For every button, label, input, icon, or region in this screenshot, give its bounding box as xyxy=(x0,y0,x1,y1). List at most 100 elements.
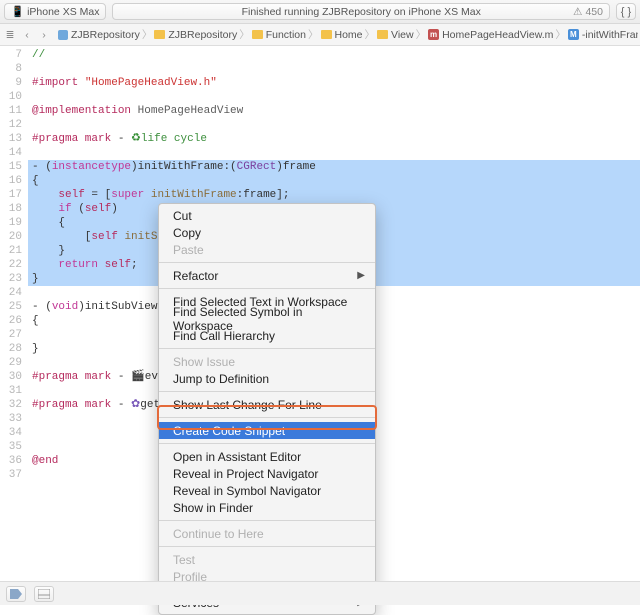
menu-item-show-in-finder[interactable]: Show in Finder xyxy=(159,499,375,516)
folder-icon xyxy=(321,30,332,39)
code-line[interactable] xyxy=(28,118,640,132)
breadcrumb-separator: 〉 xyxy=(555,27,566,42)
menu-item-label: Paste xyxy=(173,243,204,257)
line-number: 24 xyxy=(0,286,22,300)
code-line[interactable]: #import "HomePageHeadView.h" xyxy=(28,76,640,90)
line-number: 33 xyxy=(0,412,22,426)
line-number: 22 xyxy=(0,258,22,272)
menu-item-find-call-hierarchy[interactable]: Find Call Hierarchy xyxy=(159,327,375,344)
menu-item-copy[interactable]: Copy xyxy=(159,224,375,241)
line-number: 20 xyxy=(0,230,22,244)
breadcrumb[interactable]: ZJBRepository〉ZJBRepository〉Function〉Hom… xyxy=(58,27,638,42)
menu-item-find-selected-symbol-in-workspace[interactable]: Find Selected Symbol in Workspace xyxy=(159,310,375,327)
line-number: 9 xyxy=(0,76,22,90)
code-review-button[interactable]: { } xyxy=(616,3,636,20)
line-number: 18 xyxy=(0,202,22,216)
menu-separator xyxy=(159,262,375,263)
warning-icon: ⚠ xyxy=(573,6,582,18)
line-number: 7 xyxy=(0,48,22,62)
menu-item-create-code-snippet[interactable]: Create Code Snippet xyxy=(159,422,375,439)
code-line[interactable] xyxy=(28,90,640,104)
menu-separator xyxy=(159,391,375,392)
menu-item-label: Jump to Definition xyxy=(173,372,269,386)
context-menu: CutCopyPasteRefactor▶Find Selected Text … xyxy=(158,203,376,615)
line-number: 28 xyxy=(0,342,22,356)
menu-item-label: Find Call Hierarchy xyxy=(173,329,275,343)
toggle-breakpoints-button[interactable] xyxy=(6,586,26,602)
menu-item-reveal-in-project-navigator[interactable]: Reveal in Project Navigator xyxy=(159,465,375,482)
breadcrumb-item[interactable]: View xyxy=(377,29,414,41)
line-number: 16 xyxy=(0,174,22,188)
menu-item-open-in-assistant-editor[interactable]: Open in Assistant Editor xyxy=(159,448,375,465)
menu-separator xyxy=(159,288,375,289)
breadcrumb-separator: 〉 xyxy=(239,27,250,42)
line-number: 8 xyxy=(0,62,22,76)
line-number: 10 xyxy=(0,90,22,104)
warning-badge[interactable]: ⚠ 450 xyxy=(573,6,603,18)
menu-separator xyxy=(159,520,375,521)
menu-item-cut[interactable]: Cut xyxy=(159,207,375,224)
code-line[interactable] xyxy=(28,62,640,76)
folder-icon xyxy=(377,30,388,39)
breadcrumb-item[interactable]: Home xyxy=(321,29,363,41)
folder-icon xyxy=(252,30,263,39)
line-number: 14 xyxy=(0,146,22,160)
line-number: 35 xyxy=(0,440,22,454)
menu-item-show-issue: Show Issue xyxy=(159,353,375,370)
menu-item-label: Show in Finder xyxy=(173,501,253,515)
code-line[interactable]: - (instancetype)initWithFrame:(CGRect)fr… xyxy=(28,160,640,174)
code-line[interactable] xyxy=(28,146,640,160)
scheme-label: iPhone XS Max xyxy=(27,6,99,18)
menu-separator xyxy=(159,546,375,547)
menu-item-label: Test xyxy=(173,553,195,567)
line-number: 13 xyxy=(0,132,22,146)
menu-item-label: Open in Assistant Editor xyxy=(173,450,301,464)
line-number: 29 xyxy=(0,356,22,370)
scheme-selector[interactable]: 📱 iPhone XS Max xyxy=(4,3,106,20)
warning-count: 450 xyxy=(585,6,603,18)
status-bar: Finished running ZJBRepository on iPhone… xyxy=(112,3,610,20)
line-number: 32 xyxy=(0,398,22,412)
line-number: 25 xyxy=(0,300,22,314)
debug-area-button[interactable] xyxy=(34,586,54,602)
menu-item-show-last-change-for-line[interactable]: Show Last Change For Line xyxy=(159,396,375,413)
menu-separator xyxy=(159,417,375,418)
menu-item-label: Cut xyxy=(173,209,192,223)
breadcrumb-label: HomePageHeadView.m xyxy=(442,29,553,41)
breadcrumb-item[interactable]: ZJBRepository xyxy=(58,29,140,41)
bottom-bar xyxy=(0,581,640,605)
objc-m-icon: m xyxy=(428,29,439,40)
line-number: 23 xyxy=(0,272,22,286)
menu-item-jump-to-definition[interactable]: Jump to Definition xyxy=(159,370,375,387)
line-number: 27 xyxy=(0,328,22,342)
forward-button[interactable]: › xyxy=(36,27,52,43)
breadcrumb-label: ZJBRepository xyxy=(71,29,140,41)
breadcrumb-item[interactable]: Function xyxy=(252,29,306,41)
code-line[interactable]: self = [super initWithFrame:frame]; xyxy=(28,188,640,202)
toolbar: 📱 iPhone XS Max Finished running ZJBRepo… xyxy=(0,0,640,24)
menu-item-label: Create Code Snippet xyxy=(173,424,285,438)
line-number: 36 xyxy=(0,454,22,468)
breadcrumb-separator: 〉 xyxy=(416,27,427,42)
menu-separator xyxy=(159,348,375,349)
line-number: 15 xyxy=(0,160,22,174)
line-number: 12 xyxy=(0,118,22,132)
menu-item-label: Refactor xyxy=(173,269,218,283)
code-line[interactable]: // xyxy=(28,48,640,62)
breadcrumb-item[interactable]: mHomePageHeadView.m xyxy=(428,29,553,41)
breadcrumb-item[interactable]: ZJBRepository xyxy=(154,29,237,41)
menu-item-label: Show Last Change For Line xyxy=(173,398,322,412)
folder-icon xyxy=(154,30,165,39)
breadcrumb-item[interactable]: M-initWithFrame: xyxy=(568,29,638,41)
code-line[interactable]: { xyxy=(28,174,640,188)
code-line[interactable]: @implementation HomePageHeadView xyxy=(28,104,640,118)
menu-item-refactor[interactable]: Refactor▶ xyxy=(159,267,375,284)
related-items-button[interactable]: ≣ xyxy=(2,27,18,43)
code-line[interactable]: #pragma mark - ♻life cycle xyxy=(28,132,640,146)
breadcrumb-label: Home xyxy=(335,29,363,41)
menu-item-label: Reveal in Symbol Navigator xyxy=(173,484,321,498)
menu-item-continue-to-here: Continue to Here xyxy=(159,525,375,542)
menu-item-reveal-in-symbol-navigator[interactable]: Reveal in Symbol Navigator xyxy=(159,482,375,499)
back-button[interactable]: ‹ xyxy=(19,27,35,43)
project-icon xyxy=(58,30,68,40)
